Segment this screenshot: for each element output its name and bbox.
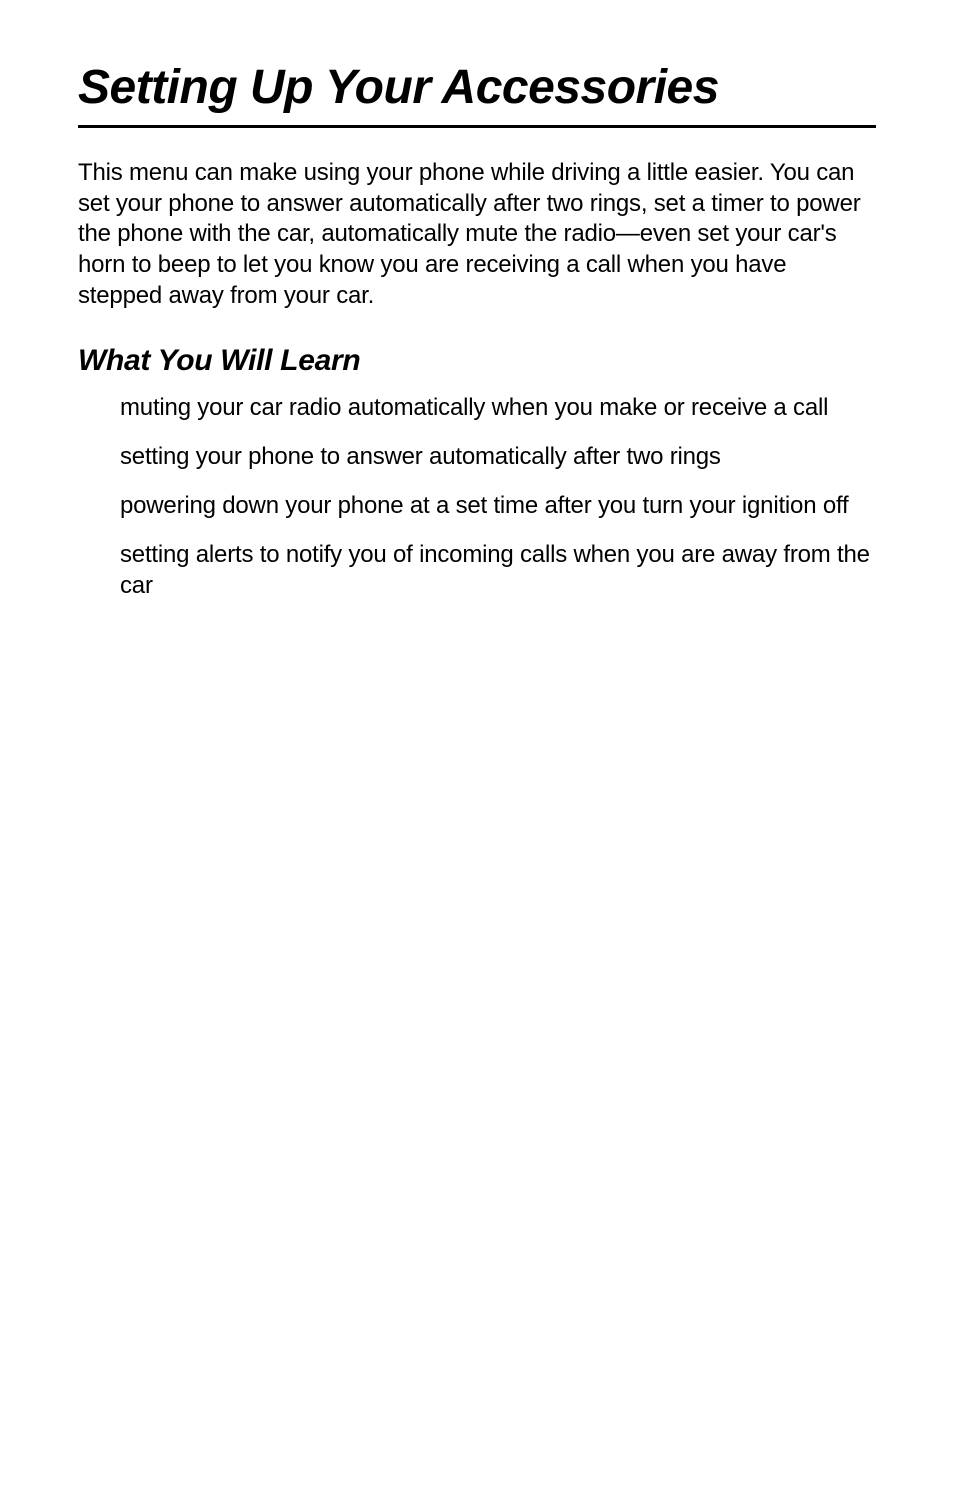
list-item: setting your phone to answer automatical…: [120, 441, 876, 472]
section-heading: What You Will Learn: [78, 344, 876, 378]
list-item: muting your car radio automatically when…: [120, 392, 876, 423]
list-item: setting alerts to notify you of incoming…: [120, 539, 876, 601]
list-item: powering down your phone at a set time a…: [120, 490, 876, 521]
page-title: Setting Up Your Accessories: [78, 60, 876, 128]
learn-list: muting your car radio automatically when…: [78, 392, 876, 602]
document-page: Setting Up Your Accessories This menu ca…: [0, 0, 954, 602]
intro-paragraph: This menu can make using your phone whil…: [78, 158, 876, 312]
